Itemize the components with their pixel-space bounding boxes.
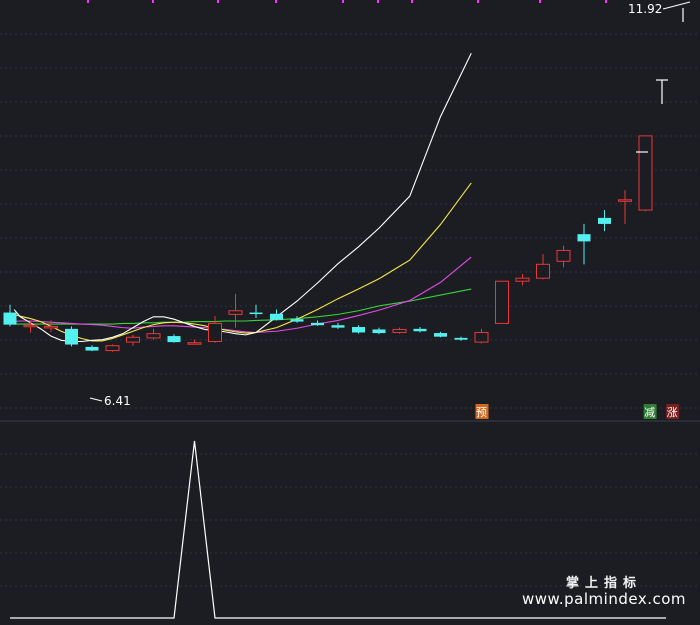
candle-body xyxy=(85,346,99,351)
candle-body xyxy=(618,199,632,202)
candle-body xyxy=(208,322,222,343)
candle-body xyxy=(311,322,324,326)
candle-body xyxy=(372,329,386,334)
candle-body xyxy=(413,328,427,332)
candle-body xyxy=(577,234,591,242)
candle-body xyxy=(290,319,304,322)
low-label-pointer xyxy=(89,397,103,402)
candle-body xyxy=(23,324,38,328)
ma5-line xyxy=(13,53,472,343)
candle-body xyxy=(598,217,611,224)
signal-badge-text: 预 xyxy=(476,406,487,419)
candle-body xyxy=(536,263,550,279)
low-price-label: 6.41 xyxy=(104,394,131,408)
candle-body xyxy=(331,325,345,328)
signal-badge-text: 减 xyxy=(644,406,655,419)
candle-body xyxy=(392,328,407,333)
candle-body xyxy=(228,310,243,315)
candle-body xyxy=(495,280,509,324)
candle-body xyxy=(3,312,17,325)
candle-body xyxy=(249,312,263,315)
candle-body xyxy=(270,313,283,320)
chart-canvas: 11.92 6.41 预 减涨 xyxy=(0,0,700,619)
candle-body xyxy=(65,328,78,345)
candle-body xyxy=(44,325,58,329)
candle-body xyxy=(474,331,489,343)
high-label-pointer xyxy=(662,1,691,10)
signal-badge-text: 涨 xyxy=(667,406,678,419)
candle-body xyxy=(515,277,530,282)
candle-body xyxy=(638,135,653,211)
candle-body xyxy=(187,342,202,345)
high-price-label: 11.92 xyxy=(628,2,662,16)
watermark-cn: 掌上指标 xyxy=(565,576,642,591)
stock-chart: 11.92 6.41 预 减涨 xyxy=(0,0,700,621)
ma60-line xyxy=(14,288,472,325)
candle-body xyxy=(454,337,468,340)
candle-body xyxy=(556,249,571,262)
watermark-url: www.palmindex.com xyxy=(521,590,686,608)
ma10-line xyxy=(13,182,472,342)
candle-body xyxy=(105,345,120,352)
candle-body xyxy=(434,333,447,337)
candle-body xyxy=(167,336,181,343)
candle-body xyxy=(126,336,140,343)
candle-body xyxy=(146,333,161,339)
candle-body xyxy=(352,327,365,333)
